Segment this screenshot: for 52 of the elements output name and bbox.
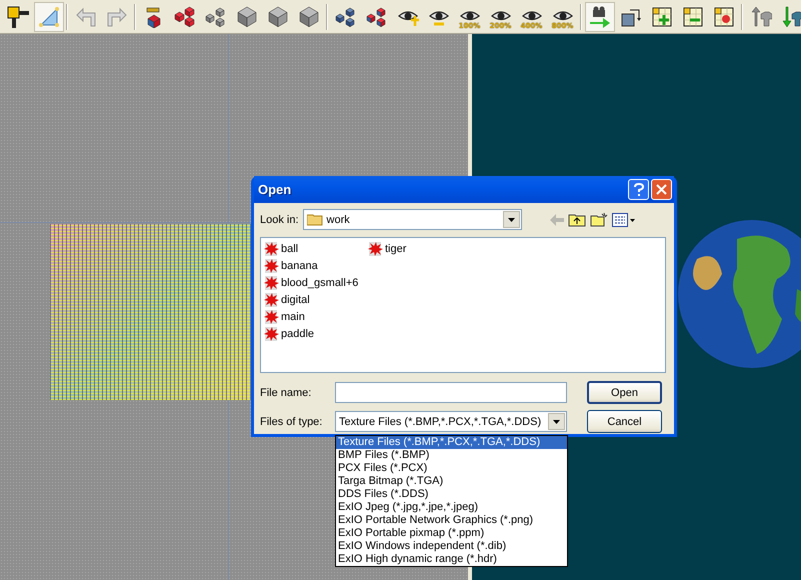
look-in-dropdown[interactable]: work <box>302 209 522 230</box>
file-item[interactable]: tiger <box>385 242 406 254</box>
file-type-option[interactable]: Texture Files (*.BMP,*.PCX,*.TGA,*.DDS) <box>336 436 567 449</box>
grid-remove-icon <box>682 6 704 28</box>
file-item[interactable]: paddle <box>281 328 314 340</box>
close-button[interactable] <box>651 179 672 200</box>
file-item[interactable]: ball <box>281 242 298 254</box>
undo-icon <box>74 6 96 28</box>
cubes-icon <box>334 6 356 28</box>
redo-icon <box>106 6 128 28</box>
shirt-up-icon <box>750 6 772 28</box>
cubes-icon <box>366 6 388 28</box>
open-button[interactable]: Open <box>587 381 662 404</box>
dialog-title: Open <box>258 182 292 197</box>
field-label: Files of type: <box>260 416 324 428</box>
field-label: File name: <box>260 386 312 398</box>
view-menu-icon[interactable] <box>612 212 636 226</box>
caret-icon <box>553 420 560 424</box>
cube-icon <box>266 6 288 28</box>
cube-icon <box>236 6 258 28</box>
image-file-icon <box>264 258 280 274</box>
file-item[interactable]: banana <box>281 260 318 272</box>
image-file-icon <box>264 274 280 290</box>
toolbar-button[interactable] <box>584 2 614 32</box>
shirt-down-icon <box>780 6 801 28</box>
up-folder-icon[interactable] <box>568 212 586 227</box>
file-type-dropdown[interactable]: Texture Files (*.BMP,*.PCX,*.TGA,*.DDS) <box>335 411 567 432</box>
cancel-button[interactable]: Cancel <box>587 410 662 433</box>
image-file-icon <box>264 240 280 256</box>
cubes-icon <box>204 6 226 28</box>
help-icon <box>634 182 644 196</box>
file-item[interactable]: digital <box>281 294 310 306</box>
close-icon <box>656 184 667 195</box>
field-label: Look in: <box>260 214 299 226</box>
cubes-icon <box>174 6 196 28</box>
image-file-icon <box>368 240 384 256</box>
new-folder-icon[interactable] <box>590 212 608 227</box>
image-file-icon <box>264 308 280 324</box>
handle-icon <box>6 6 28 28</box>
image-file-icon <box>264 326 280 342</box>
cube-icon <box>298 6 320 28</box>
file-item[interactable]: blood_gsmall+6 <box>281 276 358 288</box>
folder-icon <box>306 213 323 226</box>
caret-icon <box>508 218 515 222</box>
help-button[interactable] <box>628 179 649 200</box>
triangle-icon <box>38 6 60 28</box>
camera-icon <box>588 6 610 28</box>
grid-add-icon <box>650 6 672 28</box>
file-item[interactable]: main <box>281 310 305 322</box>
image-file-icon <box>264 292 280 308</box>
grid-light-icon <box>712 6 734 28</box>
file-name-field[interactable] <box>335 382 567 403</box>
